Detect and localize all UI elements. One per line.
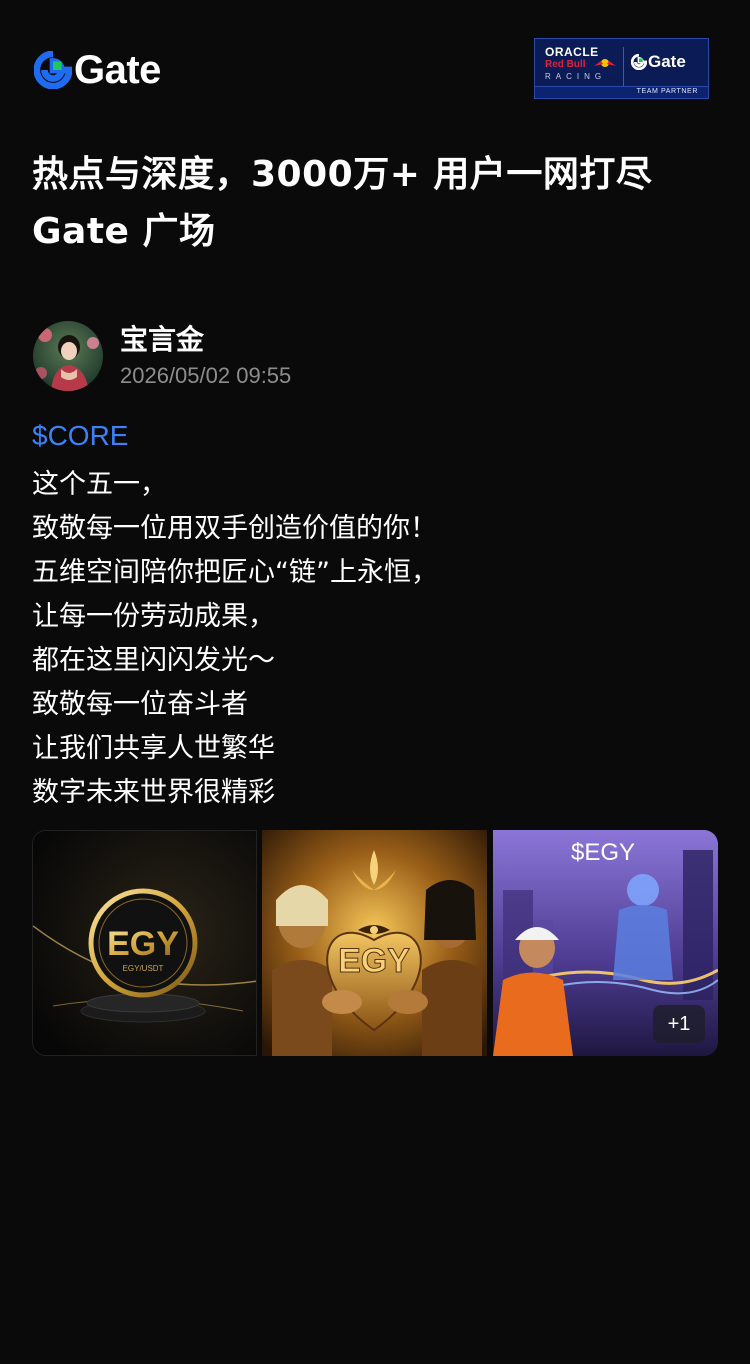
post-line: 致敬每一位用双手创造价值的你！ [32, 513, 437, 544]
partner-badge: ORACLE Red Bull RACING Gate TEAM PARTNER [534, 38, 709, 99]
post-line: 让我们共享人世繁华 [32, 733, 275, 764]
heart-logo: EGY [338, 942, 410, 980]
oracle-wordmark: ORACLE [545, 45, 599, 59]
post-line: 数字未来世界很精彩 [32, 777, 275, 808]
coin-caption: EGY/USDT [123, 964, 164, 973]
partner-tagline: TEAM PARTNER [636, 88, 698, 95]
partner-gate-label: Gate [648, 52, 686, 71]
partner-divider [623, 47, 624, 87]
gate-logo[interactable]: Gate [34, 48, 161, 92]
post-body: 这个五一， 致敬每一位用双手创造价值的你！ 五维空间陪你把匠心“链”上永恒， 让… [32, 463, 722, 815]
image-gallery: EGY EGY/USDT EGY $EGY +1 [32, 830, 718, 1056]
avatar-image [33, 321, 103, 391]
more-images-badge[interactable]: +1 [653, 1005, 705, 1043]
gate-mini-icon [631, 54, 647, 70]
post-line: 让每一份劳动成果， [32, 601, 275, 632]
post-image-1[interactable]: EGY EGY/USDT [32, 830, 257, 1056]
post-image-3[interactable]: $EGY +1 [493, 830, 718, 1056]
gate-logo-icon [34, 51, 72, 89]
page-headline: 热点与深度，3000万+ 用户一网打尽 Gate 广场 [32, 146, 722, 260]
post-line: 五维空间陪你把匠心“链”上永恒， [32, 557, 438, 588]
post-line: 都在这里闪闪发光～ [32, 645, 275, 676]
author-avatar[interactable] [33, 321, 103, 391]
coin-logo: EGY [107, 925, 179, 963]
post-image-2[interactable]: EGY [262, 830, 487, 1056]
ticker-link[interactable]: $CORE [32, 416, 128, 456]
racing-wordmark: RACING [545, 72, 607, 81]
post-line: 这个五一， [32, 469, 167, 500]
author-name[interactable]: 宝言金 [120, 320, 204, 360]
post-line: 致敬每一位奋斗者 [32, 689, 248, 720]
brand-name: Gate [74, 48, 161, 92]
headline-line-2: Gate 广场 [32, 211, 216, 252]
post-timestamp: 2026/05/02 09:55 [120, 363, 292, 388]
bull-icon [594, 59, 616, 67]
redbull-wordmark: Red Bull [545, 59, 586, 70]
token-label: $EGY [571, 839, 635, 866]
headline-line-1: 热点与深度，3000万+ 用户一网打尽 [32, 154, 653, 195]
partner-gate-logo: Gate [631, 52, 686, 72]
partner-strip: TEAM PARTNER [535, 86, 708, 98]
